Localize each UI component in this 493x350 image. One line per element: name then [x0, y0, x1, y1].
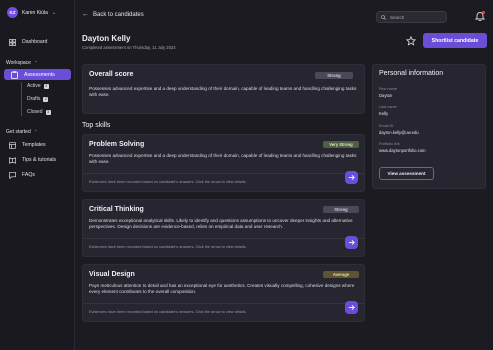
- count-badge: 3: [43, 83, 49, 89]
- section-label: Get started: [6, 129, 31, 135]
- sidebar-item-label: FAQs: [22, 172, 35, 178]
- skill-footer: Evidences have been recorded based on ca…: [89, 245, 247, 249]
- avatar: KZ: [7, 7, 18, 18]
- sidebar-sub-drafts[interactable]: Drafts 2: [27, 96, 49, 102]
- clipboard-icon: [10, 70, 18, 79]
- sidebar-item-dashboard[interactable]: Dashboard: [8, 38, 47, 46]
- user-menu[interactable]: KZ Karen Kiúla ⌄: [7, 7, 56, 18]
- info-label: Portfolio link: [379, 142, 400, 146]
- view-details-button[interactable]: [345, 301, 358, 314]
- search-placeholder: Search: [390, 14, 405, 20]
- chat-icon: [8, 171, 16, 179]
- divider: [83, 303, 364, 304]
- personal-info-card: Personal information First name Dayton L…: [372, 64, 486, 189]
- sidebar-item-templates[interactable]: Templates: [8, 141, 46, 149]
- section-workspace[interactable]: Workspace ⌃: [6, 60, 38, 66]
- chevron-up-icon: ⌃: [33, 60, 38, 65]
- arrow-right-icon: [348, 305, 355, 310]
- divider: [83, 238, 364, 239]
- arrow-left-icon: ←: [82, 11, 89, 18]
- info-label: Last name: [379, 105, 397, 109]
- chevron-up-icon: ⌃: [33, 129, 38, 134]
- top-skills-heading: Top skills: [82, 122, 111, 129]
- skill-title: Critical Thinking: [89, 206, 144, 213]
- view-assessment-button[interactable]: View assessment: [379, 167, 434, 180]
- sidebar: KZ Karen Kiúla ⌄ Dashboard Workspace ⌃ A…: [0, 0, 75, 350]
- skill-title: Visual Design: [89, 271, 135, 278]
- section-get-started[interactable]: Get started ⌃: [6, 129, 38, 135]
- notification-dot: [482, 11, 485, 14]
- star-icon[interactable]: [406, 36, 416, 46]
- info-value[interactable]: www.daytonportfolio.com: [379, 148, 426, 153]
- view-details-button[interactable]: [345, 236, 358, 249]
- skill-card: Critical Thinking Strong Demonstrates ex…: [82, 199, 365, 257]
- arrow-right-icon: [348, 175, 355, 180]
- count-badge: 2: [43, 96, 49, 102]
- divider: [83, 173, 364, 174]
- sidebar-item-label: Templates: [22, 142, 46, 148]
- sidebar-item-label: Assessments: [24, 71, 55, 78]
- template-icon: [8, 141, 16, 149]
- sidebar-sub-closed[interactable]: Closed 3: [27, 109, 51, 115]
- sidebar-item-faqs[interactable]: FAQs: [8, 171, 35, 179]
- skill-title: Problem Solving: [89, 141, 145, 148]
- sidebar-item-assessments[interactable]: Assessments: [4, 69, 71, 80]
- main-content: ← Back to candidates Search Dayton Kelly…: [76, 0, 493, 350]
- sub-item-label: Drafts: [27, 96, 41, 102]
- info-value[interactable]: dayton.kelly@uw.edu: [379, 130, 419, 135]
- back-link[interactable]: ← Back to candidates: [82, 11, 144, 18]
- info-label: First name: [379, 87, 397, 91]
- status-badge: Average: [323, 271, 359, 278]
- skill-footer: Evidences have been recorded based on ca…: [89, 180, 247, 184]
- view-details-button[interactable]: [345, 171, 358, 184]
- arrow-right-icon: [348, 240, 355, 245]
- skill-text: Possesses advanced expertise and a deep …: [89, 153, 357, 164]
- sidebar-item-label: Dashboard: [22, 39, 48, 45]
- search-icon: [381, 14, 386, 20]
- status-badge: Strong: [315, 72, 353, 79]
- user-name: Karen Kiúla: [22, 9, 48, 16]
- overall-text: Possesses advanced expertise and a deep …: [89, 86, 357, 97]
- candidate-subtitle: Completed assessment on Thursday, 11 Jul…: [82, 45, 176, 50]
- chevron-down-icon: ⌄: [51, 9, 57, 16]
- count-badge: 3: [45, 109, 51, 115]
- personal-info-title: Personal information: [379, 70, 444, 77]
- sidebar-item-tips[interactable]: Tips & tutorials: [8, 156, 56, 164]
- skill-footer: Evidences have been recorded based on ca…: [89, 310, 247, 314]
- sidebar-item-label: Tips & tutorials: [22, 157, 57, 163]
- overall-title: Overall score: [89, 71, 134, 78]
- skill-card: Problem Solving Very Strong Possesses ad…: [82, 134, 365, 192]
- sidebar-sub-active[interactable]: Active 3: [27, 83, 49, 89]
- dashboard-icon: [8, 38, 16, 46]
- info-value: Dayton: [379, 93, 393, 98]
- info-label: Email ID: [379, 124, 394, 128]
- back-label: Back to candidates: [93, 11, 144, 18]
- status-badge: Very Strong: [323, 141, 359, 148]
- skill-text: Demonstrates exceptional analytical skil…: [89, 218, 353, 229]
- sub-item-label: Active: [27, 83, 41, 89]
- candidate-name: Dayton Kelly: [82, 34, 131, 43]
- overall-score-card: Overall score Strong Possesses advanced …: [82, 64, 365, 114]
- book-icon: [8, 156, 16, 164]
- skill-text: Pays meticulous attention to detail and …: [89, 283, 355, 294]
- sub-item-label: Closed: [27, 109, 43, 115]
- search-input[interactable]: Search: [376, 11, 447, 23]
- section-label: Workspace: [6, 60, 31, 66]
- shortlist-button[interactable]: Shortlist candidate: [423, 33, 487, 48]
- skill-card: Visual Design Average Pays meticulous at…: [82, 264, 365, 322]
- status-badge: Strong: [323, 206, 359, 213]
- sub-nav-line: [21, 82, 22, 116]
- info-value: Kelly: [379, 111, 389, 116]
